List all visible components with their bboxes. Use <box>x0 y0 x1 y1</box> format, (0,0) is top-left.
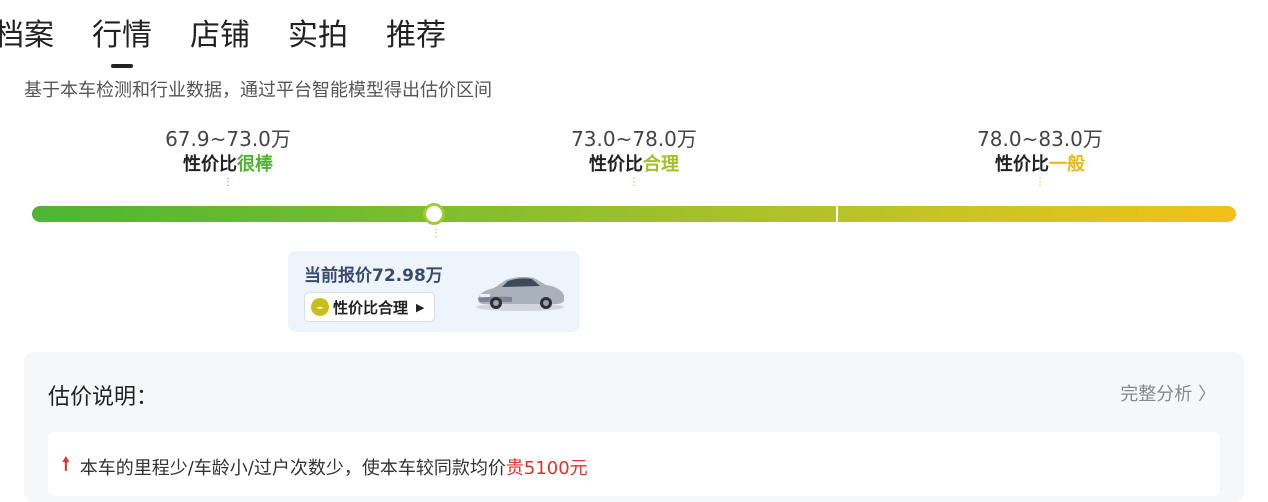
tab-market[interactable]: 行情 <box>92 14 152 68</box>
neutral-face-icon: – <box>311 298 329 316</box>
tab-store[interactable]: 店铺 <box>190 14 250 58</box>
tab-archive[interactable]: 档案 <box>0 14 54 58</box>
explanation-title: 估价说明： <box>48 385 159 410</box>
verdict-fair: 合理 <box>643 154 679 175</box>
range-fair-verdict: 性价比合理 <box>524 152 744 178</box>
up-arrow-icon: 🠕 <box>62 454 70 475</box>
tab-photos[interactable]: 实拍 <box>288 14 348 58</box>
car-icon <box>476 276 564 311</box>
marker-connector: ⋮ <box>431 228 441 239</box>
range-average-verdict: 性价比一般 <box>930 152 1150 178</box>
price-range-bar <box>32 206 1236 222</box>
chevron-right-icon: 〉 <box>1198 384 1216 405</box>
range-fair-dot: ⋮ <box>629 177 639 188</box>
range-great: 67.9~73.0万 性价比很棒 ⋮ <box>118 126 338 188</box>
full-analysis-link[interactable]: 完整分析 〉 <box>1120 380 1216 406</box>
value-rating-text: 性价比合理 <box>333 298 409 317</box>
full-analysis-label: 完整分析 <box>1120 384 1193 405</box>
range-great-verdict: 性价比很棒 <box>118 152 338 178</box>
valuation-subtitle: 基于本车检测和行业数据，通过平台智能模型得出估价区间 <box>24 80 492 101</box>
price-difference: 贵5100元 <box>505 458 588 479</box>
range-great-price: 67.9~73.0万 <box>165 127 291 151</box>
range-average: 78.0~83.0万 性价比一般 ⋮ <box>930 126 1150 188</box>
verdict-great: 很棒 <box>237 154 273 175</box>
current-price-label: 当前报价72.98万 <box>304 266 443 286</box>
explanation-text: 本车的里程少/车龄小/过户次数少，使本车较同款均价 <box>79 458 506 479</box>
play-arrow-icon: ▶ <box>416 300 425 314</box>
range-fair: 73.0~78.0万 性价比合理 ⋮ <box>524 126 744 188</box>
value-rating-tag[interactable]: – 性价比合理 ▶ <box>304 292 436 322</box>
tab-recommend[interactable]: 推荐 <box>386 14 446 58</box>
range-fair-price: 73.0~78.0万 <box>571 127 697 151</box>
verdict-prefix: 性价比 <box>995 154 1049 175</box>
range-great-dot: ⋮ <box>223 177 233 188</box>
verdict-prefix: 性价比 <box>589 154 643 175</box>
verdict-average: 一般 <box>1049 154 1085 175</box>
bar-divider <box>836 206 838 222</box>
valuation-explanation: 估价说明： 完整分析 〉 🠕 本车的里程少/车龄小/过户次数少，使本车较同款均价… <box>24 352 1244 502</box>
verdict-prefix: 性价比 <box>183 154 237 175</box>
explanation-item: 🠕 本车的里程少/车龄小/过户次数少，使本车较同款均价 贵5100元 <box>48 432 1220 496</box>
current-price-marker <box>423 203 445 225</box>
range-average-price: 78.0~83.0万 <box>977 127 1103 151</box>
range-average-dot: ⋮ <box>1035 177 1045 188</box>
tab-bar: 档案 行情 店铺 实拍 推荐 <box>0 14 484 68</box>
current-price-card: 当前报价72.98万 – 性价比合理 ▶ <box>288 251 580 332</box>
